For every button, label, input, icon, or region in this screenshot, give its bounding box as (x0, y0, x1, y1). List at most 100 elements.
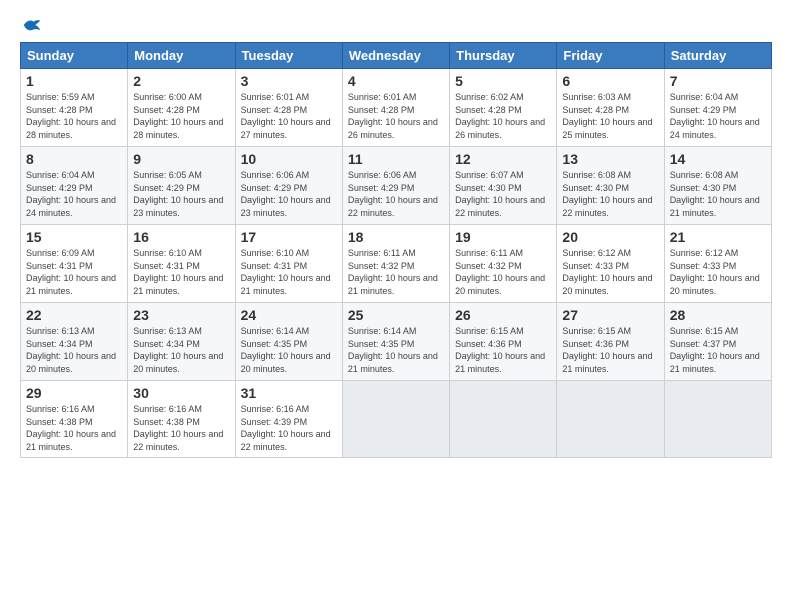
calendar-cell: 6 Sunrise: 6:03 AMSunset: 4:28 PMDayligh… (557, 69, 664, 147)
calendar-cell: 26 Sunrise: 6:15 AMSunset: 4:36 PMDaylig… (450, 303, 557, 381)
calendar-cell: 22 Sunrise: 6:13 AMSunset: 4:34 PMDaylig… (21, 303, 128, 381)
day-number: 12 (455, 151, 551, 167)
day-info: Sunrise: 6:14 AMSunset: 4:35 PMDaylight:… (348, 326, 438, 374)
calendar-cell: 7 Sunrise: 6:04 AMSunset: 4:29 PMDayligh… (664, 69, 771, 147)
calendar-cell: 10 Sunrise: 6:06 AMSunset: 4:29 PMDaylig… (235, 147, 342, 225)
day-number: 26 (455, 307, 551, 323)
day-info: Sunrise: 6:07 AMSunset: 4:30 PMDaylight:… (455, 170, 545, 218)
day-info: Sunrise: 6:03 AMSunset: 4:28 PMDaylight:… (562, 92, 652, 140)
day-number: 24 (241, 307, 337, 323)
day-info: Sunrise: 6:10 AMSunset: 4:31 PMDaylight:… (133, 248, 223, 296)
calendar-cell: 2 Sunrise: 6:00 AMSunset: 4:28 PMDayligh… (128, 69, 235, 147)
weekday-header-friday: Friday (557, 43, 664, 69)
day-number: 23 (133, 307, 229, 323)
logo-bird-icon (22, 16, 42, 34)
weekday-header-wednesday: Wednesday (342, 43, 449, 69)
day-info: Sunrise: 6:16 AMSunset: 4:38 PMDaylight:… (133, 404, 223, 452)
day-info: Sunrise: 6:01 AMSunset: 4:28 PMDaylight:… (348, 92, 438, 140)
header (20, 16, 772, 34)
day-number: 28 (670, 307, 766, 323)
calendar-cell: 24 Sunrise: 6:14 AMSunset: 4:35 PMDaylig… (235, 303, 342, 381)
day-info: Sunrise: 6:13 AMSunset: 4:34 PMDaylight:… (26, 326, 116, 374)
day-number: 20 (562, 229, 658, 245)
day-info: Sunrise: 6:00 AMSunset: 4:28 PMDaylight:… (133, 92, 223, 140)
day-info: Sunrise: 6:01 AMSunset: 4:28 PMDaylight:… (241, 92, 331, 140)
day-number: 17 (241, 229, 337, 245)
calendar-table: SundayMondayTuesdayWednesdayThursdayFrid… (20, 42, 772, 458)
day-info: Sunrise: 6:06 AMSunset: 4:29 PMDaylight:… (348, 170, 438, 218)
day-info: Sunrise: 6:12 AMSunset: 4:33 PMDaylight:… (562, 248, 652, 296)
calendar-cell: 1 Sunrise: 5:59 AMSunset: 4:28 PMDayligh… (21, 69, 128, 147)
day-info: Sunrise: 6:15 AMSunset: 4:37 PMDaylight:… (670, 326, 760, 374)
day-info: Sunrise: 6:11 AMSunset: 4:32 PMDaylight:… (348, 248, 438, 296)
day-number: 14 (670, 151, 766, 167)
day-number: 8 (26, 151, 122, 167)
day-number: 27 (562, 307, 658, 323)
day-info: Sunrise: 6:04 AMSunset: 4:29 PMDaylight:… (26, 170, 116, 218)
day-number: 30 (133, 385, 229, 401)
day-number: 7 (670, 73, 766, 89)
day-number: 22 (26, 307, 122, 323)
day-info: Sunrise: 6:14 AMSunset: 4:35 PMDaylight:… (241, 326, 331, 374)
day-number: 31 (241, 385, 337, 401)
weekday-header-saturday: Saturday (664, 43, 771, 69)
day-info: Sunrise: 6:04 AMSunset: 4:29 PMDaylight:… (670, 92, 760, 140)
day-info: Sunrise: 6:15 AMSunset: 4:36 PMDaylight:… (562, 326, 652, 374)
day-info: Sunrise: 6:08 AMSunset: 4:30 PMDaylight:… (670, 170, 760, 218)
page-container: SundayMondayTuesdayWednesdayThursdayFrid… (0, 0, 792, 468)
logo (20, 16, 42, 34)
calendar-cell: 13 Sunrise: 6:08 AMSunset: 4:30 PMDaylig… (557, 147, 664, 225)
weekday-header-sunday: Sunday (21, 43, 128, 69)
day-number: 13 (562, 151, 658, 167)
weekday-header-monday: Monday (128, 43, 235, 69)
calendar-cell: 3 Sunrise: 6:01 AMSunset: 4:28 PMDayligh… (235, 69, 342, 147)
day-number: 5 (455, 73, 551, 89)
day-number: 6 (562, 73, 658, 89)
calendar-cell (450, 381, 557, 458)
calendar-cell: 9 Sunrise: 6:05 AMSunset: 4:29 PMDayligh… (128, 147, 235, 225)
day-number: 3 (241, 73, 337, 89)
weekday-header-thursday: Thursday (450, 43, 557, 69)
calendar-cell: 18 Sunrise: 6:11 AMSunset: 4:32 PMDaylig… (342, 225, 449, 303)
day-number: 25 (348, 307, 444, 323)
day-info: Sunrise: 6:15 AMSunset: 4:36 PMDaylight:… (455, 326, 545, 374)
day-number: 4 (348, 73, 444, 89)
calendar-cell: 11 Sunrise: 6:06 AMSunset: 4:29 PMDaylig… (342, 147, 449, 225)
day-info: Sunrise: 6:12 AMSunset: 4:33 PMDaylight:… (670, 248, 760, 296)
day-info: Sunrise: 6:16 AMSunset: 4:39 PMDaylight:… (241, 404, 331, 452)
day-number: 29 (26, 385, 122, 401)
day-number: 19 (455, 229, 551, 245)
calendar-cell: 21 Sunrise: 6:12 AMSunset: 4:33 PMDaylig… (664, 225, 771, 303)
day-info: Sunrise: 6:11 AMSunset: 4:32 PMDaylight:… (455, 248, 545, 296)
day-info: Sunrise: 6:02 AMSunset: 4:28 PMDaylight:… (455, 92, 545, 140)
weekday-header-row: SundayMondayTuesdayWednesdayThursdayFrid… (21, 43, 772, 69)
day-info: Sunrise: 6:06 AMSunset: 4:29 PMDaylight:… (241, 170, 331, 218)
day-info: Sunrise: 6:09 AMSunset: 4:31 PMDaylight:… (26, 248, 116, 296)
day-number: 10 (241, 151, 337, 167)
calendar-cell: 15 Sunrise: 6:09 AMSunset: 4:31 PMDaylig… (21, 225, 128, 303)
calendar-cell: 4 Sunrise: 6:01 AMSunset: 4:28 PMDayligh… (342, 69, 449, 147)
calendar-cell: 31 Sunrise: 6:16 AMSunset: 4:39 PMDaylig… (235, 381, 342, 458)
calendar-cell: 17 Sunrise: 6:10 AMSunset: 4:31 PMDaylig… (235, 225, 342, 303)
calendar-cell: 25 Sunrise: 6:14 AMSunset: 4:35 PMDaylig… (342, 303, 449, 381)
day-number: 11 (348, 151, 444, 167)
calendar-cell: 30 Sunrise: 6:16 AMSunset: 4:38 PMDaylig… (128, 381, 235, 458)
day-number: 1 (26, 73, 122, 89)
calendar-cell: 12 Sunrise: 6:07 AMSunset: 4:30 PMDaylig… (450, 147, 557, 225)
calendar-cell: 8 Sunrise: 6:04 AMSunset: 4:29 PMDayligh… (21, 147, 128, 225)
day-number: 16 (133, 229, 229, 245)
day-info: Sunrise: 6:05 AMSunset: 4:29 PMDaylight:… (133, 170, 223, 218)
calendar-cell: 20 Sunrise: 6:12 AMSunset: 4:33 PMDaylig… (557, 225, 664, 303)
day-info: Sunrise: 6:13 AMSunset: 4:34 PMDaylight:… (133, 326, 223, 374)
day-number: 15 (26, 229, 122, 245)
day-info: Sunrise: 5:59 AMSunset: 4:28 PMDaylight:… (26, 92, 116, 140)
calendar-cell (557, 381, 664, 458)
calendar-cell (342, 381, 449, 458)
day-info: Sunrise: 6:08 AMSunset: 4:30 PMDaylight:… (562, 170, 652, 218)
day-number: 21 (670, 229, 766, 245)
calendar-cell: 14 Sunrise: 6:08 AMSunset: 4:30 PMDaylig… (664, 147, 771, 225)
calendar-cell: 27 Sunrise: 6:15 AMSunset: 4:36 PMDaylig… (557, 303, 664, 381)
weekday-header-tuesday: Tuesday (235, 43, 342, 69)
day-info: Sunrise: 6:16 AMSunset: 4:38 PMDaylight:… (26, 404, 116, 452)
calendar-cell: 5 Sunrise: 6:02 AMSunset: 4:28 PMDayligh… (450, 69, 557, 147)
